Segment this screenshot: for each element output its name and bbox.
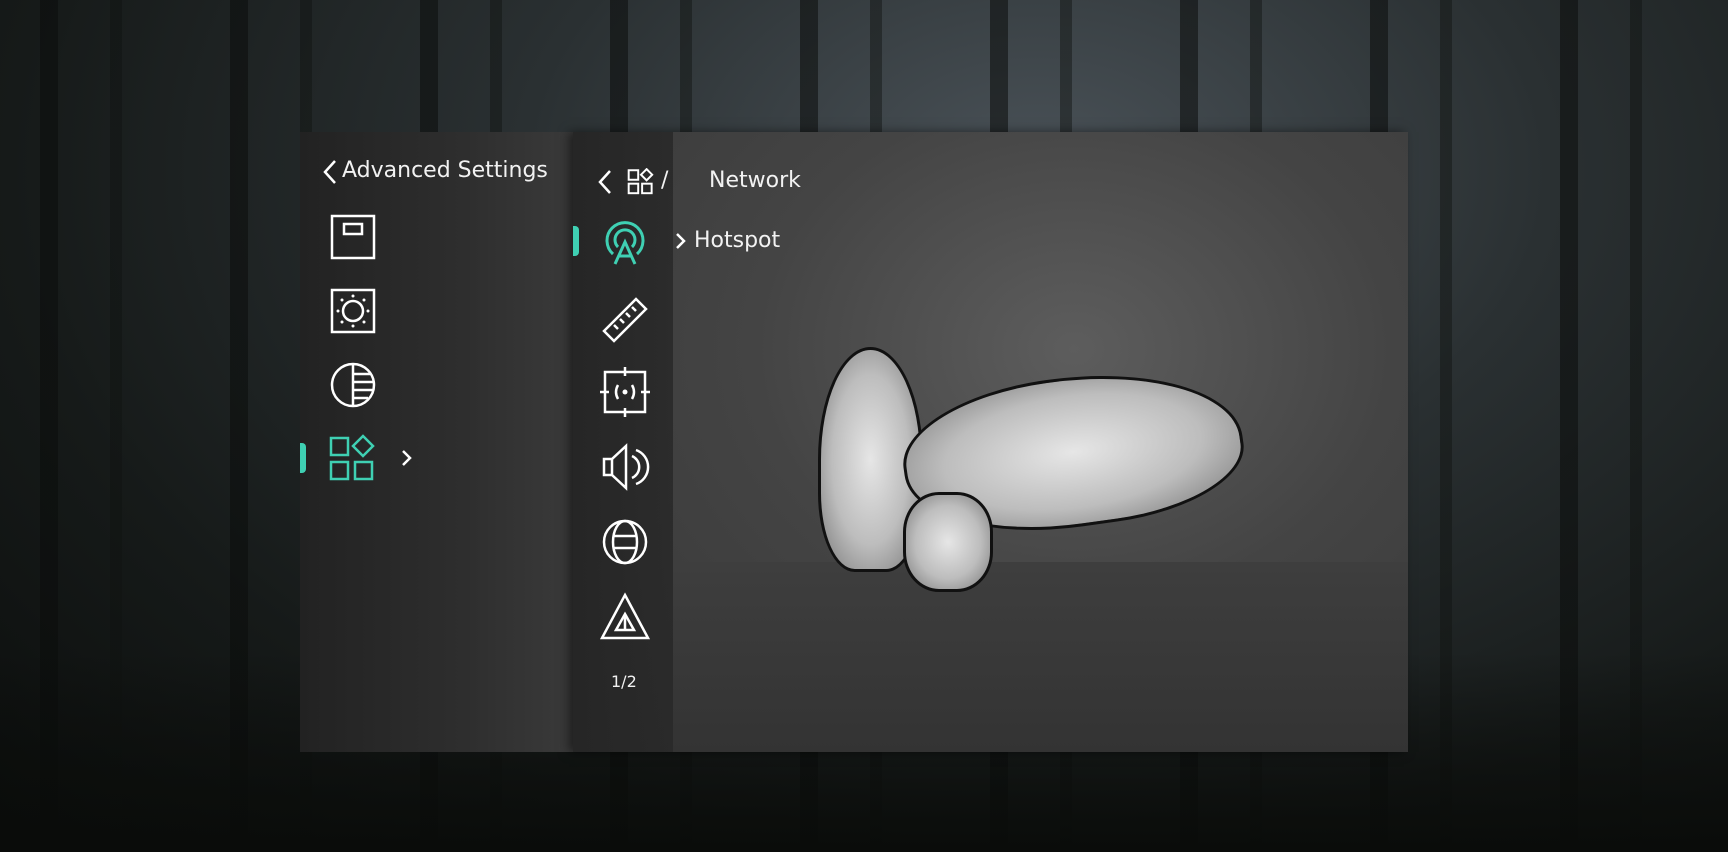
chevron-right-icon [676, 233, 686, 249]
thermal-animal [903, 492, 993, 592]
chevron-left-icon [323, 160, 336, 184]
chevron-left-icon [598, 170, 611, 194]
selection-indicator [300, 443, 306, 473]
page-title: Network [709, 168, 801, 193]
back-button[interactable]: / Network [597, 168, 801, 198]
advanced-settings-panel: Advanced Settings › [300, 132, 574, 752]
more-functions-icon [627, 168, 654, 195]
hotspot-icon [600, 216, 650, 266]
more-functions-icon [328, 434, 378, 484]
brightness-icon[interactable] [328, 286, 378, 336]
speaker-icon[interactable] [600, 442, 650, 492]
display-frame-icon[interactable] [328, 212, 378, 262]
hotspot-label: Hotspot [694, 228, 781, 253]
breadcrumb-separator: / [661, 168, 669, 193]
selection-indicator [573, 226, 579, 256]
panel-title: Advanced Settings [342, 158, 548, 183]
contrast-icon[interactable] [328, 360, 378, 410]
network-panel: / Network Hotspot 1/2 [573, 132, 1408, 752]
chevron-right-icon [402, 450, 412, 466]
page-indicator: 1/2 [611, 672, 637, 691]
hotspot-item[interactable]: Hotspot [598, 216, 798, 268]
warning-icon[interactable] [599, 592, 651, 642]
calibration-icon[interactable] [600, 367, 650, 417]
ruler-icon[interactable] [600, 295, 650, 345]
more-functions-item[interactable]: › [328, 432, 428, 486]
globe-icon[interactable] [600, 517, 650, 567]
back-button[interactable]: Advanced Settings [322, 156, 548, 186]
